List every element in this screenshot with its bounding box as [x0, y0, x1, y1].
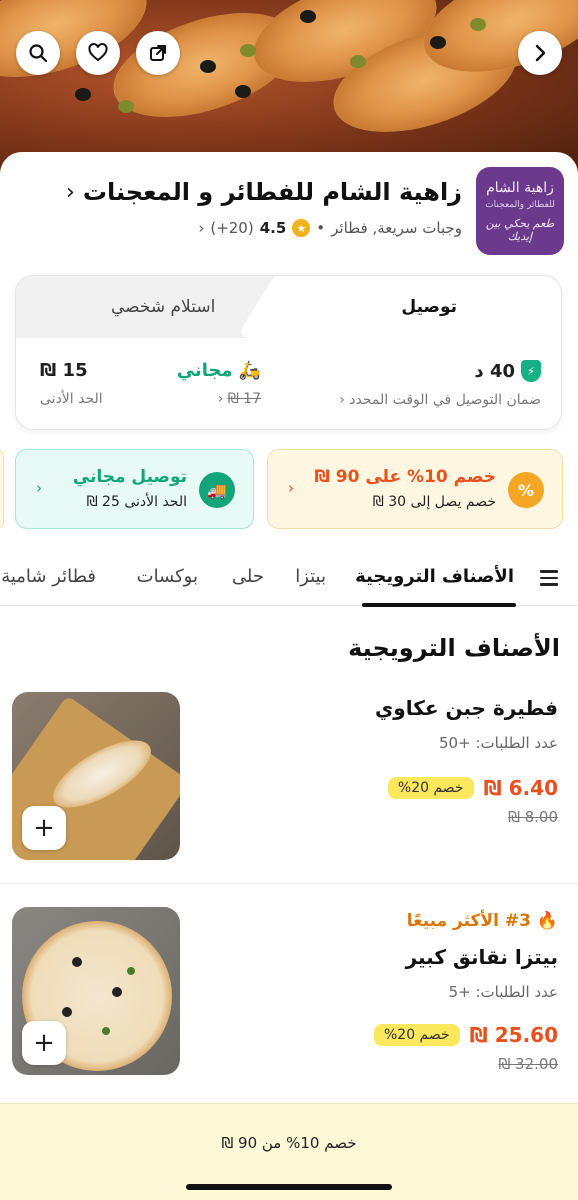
divider [0, 883, 578, 884]
share-button[interactable] [136, 31, 180, 75]
restaurant-categories: وجبات سريعة, فطائر [331, 219, 462, 237]
old-price: 8.00 ₪ [508, 808, 558, 826]
favorite-button[interactable] [76, 31, 120, 75]
chevron-left-icon: ‹ [66, 179, 75, 205]
offer-bar[interactable]: خصم 10% من 90 ₪ [0, 1103, 578, 1200]
tab-delivery-label[interactable]: توصيل [401, 297, 457, 317]
discount-icon: % [508, 472, 544, 508]
restaurant-logo: زاهية الشام للفطائر والمعجنات طعم يحكي ب… [476, 167, 564, 255]
offer-text: خصم 10% من 90 ₪ [221, 1134, 357, 1152]
item-price: 25.60 ₪ [469, 1023, 558, 1047]
old-price: 32.00 ₪ [498, 1055, 558, 1073]
delivery-fee[interactable]: 🛵 مجاني 17 ₪ ‹ [177, 360, 261, 407]
tab-shami-pastries[interactable]: فطائر شامية [1, 566, 96, 587]
promo-discount[interactable]: % خصم 10% على 90 ₪ خصم يصل إلى 30 ₪ ‹ [267, 449, 563, 529]
menu-icon[interactable] [540, 570, 558, 586]
hero-image [0, 0, 578, 175]
shield-icon: ⚡ [521, 360, 541, 382]
item-image: + [12, 692, 180, 860]
discount-badge: خصم 20% [373, 1024, 460, 1046]
search-icon [29, 44, 48, 63]
item-image: + [12, 907, 180, 1075]
chevron-right-icon [535, 44, 546, 62]
star-icon: ★ [292, 219, 311, 237]
tab-pickup[interactable]: استلام شخصي [111, 297, 215, 317]
delivery-truck-icon: 🚚 [199, 472, 235, 508]
discount-badge: خصم 20% [387, 777, 474, 799]
promo-more[interactable] [0, 449, 4, 529]
restaurant-sheet: زاهية الشام للفطائر والمعجنات طعم يحكي ب… [0, 152, 578, 1200]
minimum-order: 15 ₪ الحد الأدنى [40, 360, 103, 407]
chevron-left-icon: ‹ [288, 479, 294, 497]
share-icon [150, 45, 166, 61]
promo-free-delivery[interactable]: 🚚 توصيل مجاني الحد الأدنى 25 ₪ ‹ [15, 449, 254, 529]
add-to-cart-button[interactable]: + [22, 1021, 66, 1065]
tab-sweets[interactable]: حلى [232, 566, 264, 587]
chevron-left-icon: ‹ [339, 392, 345, 408]
active-tab-indicator [362, 603, 516, 607]
category-tabs: الأصناف الترويجية بيتزا حلى بوكسات فطائر… [0, 554, 578, 607]
delivery-time[interactable]: ⚡ 40 د ضمان التوصيل في الوقت المحدد ‹ [339, 360, 541, 408]
chevron-left-icon: ‹ [36, 479, 42, 497]
delivery-card: توصيل استلام شخصي ⚡ 40 د ضمان التوصيل في… [15, 275, 562, 430]
delivery-mode-tabs: توصيل استلام شخصي [16, 276, 561, 338]
delivery-truck-icon: 🛵 [238, 360, 261, 381]
tab-boxes[interactable]: بوكسات [137, 566, 198, 587]
chevron-left-icon: ‹ [217, 391, 224, 407]
chevron-left-icon: ‹ [198, 219, 205, 237]
item-price: 6.40 ₪ [483, 776, 558, 800]
add-to-cart-button[interactable]: + [22, 806, 66, 850]
section-title: الأصناف الترويجية [348, 634, 560, 662]
back-button[interactable] [518, 31, 562, 75]
bestseller-badge: 🔥 #3 الأكثر مبيعًا [406, 911, 558, 931]
restaurant-title[interactable]: زاهية الشام للفطائر و المعجنات ‹ [66, 178, 462, 206]
tab-promoted[interactable]: الأصناف الترويجية [355, 566, 514, 587]
restaurant-meta[interactable]: وجبات سريعة, فطائر • ★ 4.5 (20+) ‹ [198, 219, 462, 237]
review-count: (20+) [210, 219, 254, 237]
heart-icon [88, 43, 108, 62]
home-indicator [186, 1184, 392, 1190]
rating-value: 4.5 [259, 219, 287, 237]
tab-pizza[interactable]: بيتزا [295, 566, 326, 587]
restaurant-name: زاهية الشام للفطائر و المعجنات [82, 178, 462, 206]
search-button[interactable] [16, 31, 60, 75]
